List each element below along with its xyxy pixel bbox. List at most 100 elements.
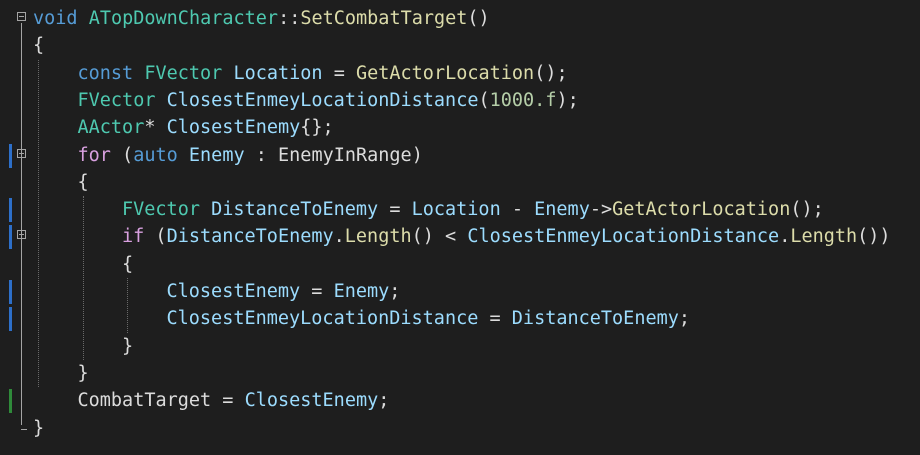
code-line[interactable]: ClosestEnmeyLocationDistance = DistanceT… xyxy=(0,305,920,332)
code-token: DistanceToEnemy xyxy=(166,226,334,248)
code-token: AActor xyxy=(77,117,145,139)
code-token: ClosestEnemy xyxy=(244,390,379,412)
unsaved-change-marker xyxy=(9,143,12,168)
code-token: :: xyxy=(278,8,301,29)
code-token: DistanceToEnemy xyxy=(511,308,679,330)
collapse-icon[interactable] xyxy=(17,12,26,21)
code-token: (); xyxy=(790,199,824,221)
code-token: {}; xyxy=(300,117,334,139)
code-token: Length xyxy=(344,226,412,248)
code-text: { xyxy=(122,251,133,278)
code-token: FVector xyxy=(122,199,200,221)
code-line[interactable]: const FVector Location = GetActorLocatio… xyxy=(0,60,920,87)
collapse-icon[interactable] xyxy=(17,230,26,240)
code-text: { xyxy=(78,169,89,196)
code-token: Enemy xyxy=(333,281,390,302)
code-text: ClosestEnmeyLocationDistance = DistanceT… xyxy=(167,305,691,332)
code-token: () xyxy=(467,8,490,29)
code-text: if (DistanceToEnemy.Length() < ClosestEn… xyxy=(122,223,891,250)
code-token: CombatTarget xyxy=(77,390,212,412)
code-text: void ATopDownCharacter::SetCombatTarget(… xyxy=(33,5,490,32)
code-text: ClosestEnemy = Enemy; xyxy=(167,278,401,305)
code-token: FVector xyxy=(77,89,156,111)
code-line[interactable]: CombatTarget = ClosestEnemy; xyxy=(0,387,920,414)
code-line[interactable]: { xyxy=(0,32,920,59)
unsaved-change-marker xyxy=(9,280,12,304)
code-token: = xyxy=(478,308,512,330)
code-token: . xyxy=(333,226,345,248)
code-token: * xyxy=(144,117,167,139)
code-line[interactable]: } xyxy=(0,360,920,387)
code-line[interactable]: FVector DistanceToEnemy = Location - Ene… xyxy=(0,196,920,223)
code-token: } xyxy=(33,417,45,439)
code-token: ( xyxy=(144,226,167,248)
code-token: } xyxy=(77,362,89,384)
code-line[interactable]: ClosestEnemy = Enemy; xyxy=(0,278,920,305)
code-token: Enemy xyxy=(534,199,590,221)
code-token: ()) xyxy=(857,226,891,248)
code-line[interactable]: void ATopDownCharacter::SetCombatTarget(… xyxy=(0,5,920,32)
unsaved-change-marker xyxy=(9,307,12,332)
code-token: ); xyxy=(556,89,579,111)
saved-change-marker xyxy=(9,389,12,414)
code-token: ClosestEnemy xyxy=(166,281,301,302)
code-token: ; xyxy=(678,308,691,330)
code-token: 1000.f xyxy=(489,89,557,111)
code-token: : xyxy=(244,144,279,166)
code-token: EnemyInRange xyxy=(278,144,412,166)
code-token: ) xyxy=(411,144,423,166)
unsaved-change-marker xyxy=(9,198,12,223)
code-line[interactable]: } xyxy=(0,415,920,442)
code-token: ClosestEnmeyLocationDistance xyxy=(467,226,780,248)
code-token: void xyxy=(33,8,78,29)
code-token: Location xyxy=(233,62,323,84)
code-token: Length xyxy=(790,226,858,248)
code-token: ClosestEnmeyLocationDistance xyxy=(166,89,479,111)
code-token: for xyxy=(77,144,111,166)
code-line[interactable]: AActor* ClosestEnemy{}; xyxy=(0,114,920,141)
code-line[interactable]: FVector ClosestEnmeyLocationDistance(100… xyxy=(0,87,920,114)
unsaved-change-marker xyxy=(9,225,12,250)
code-token: SetCombatTarget xyxy=(300,8,468,29)
code-token: GetActorLocation xyxy=(612,199,791,221)
code-token: () < xyxy=(411,226,468,248)
code-text: for (auto Enemy : EnemyInRange) xyxy=(78,142,423,169)
code-token: } xyxy=(122,335,134,357)
code-text: FVector DistanceToEnemy = Location - Ene… xyxy=(122,196,824,223)
code-token: DistanceToEnemy xyxy=(211,199,379,221)
code-line[interactable]: if (DistanceToEnemy.Length() < ClosestEn… xyxy=(0,223,920,250)
code-token: = xyxy=(211,390,245,412)
code-line[interactable]: for (auto Enemy : EnemyInRange) xyxy=(0,142,920,169)
code-text: const FVector Location = GetActorLocatio… xyxy=(78,60,568,87)
code-token: if xyxy=(122,226,145,248)
code-token: ClosestEnemy xyxy=(166,117,301,139)
code-token: ( xyxy=(478,89,490,111)
code-token: { xyxy=(122,253,134,275)
code-text: } xyxy=(122,333,133,360)
code-editor[interactable]: void ATopDownCharacter::SetCombatTarget(… xyxy=(0,0,920,455)
code-line[interactable]: { xyxy=(0,251,920,278)
code-token: FVector xyxy=(144,62,223,84)
code-token: = xyxy=(322,62,356,84)
code-text: CombatTarget = ClosestEnemy; xyxy=(78,387,390,414)
code-token: -> xyxy=(589,199,613,221)
code-token: = xyxy=(300,281,334,302)
code-line[interactable]: } xyxy=(0,333,920,360)
collapse-icon[interactable] xyxy=(17,148,26,158)
code-text: } xyxy=(78,360,89,387)
code-line[interactable]: { xyxy=(0,169,920,196)
code-token: - xyxy=(500,199,535,221)
code-token: Enemy xyxy=(188,144,245,166)
code-text: { xyxy=(33,32,44,59)
code-token: const xyxy=(77,62,134,84)
code-token: ClosestEnmeyLocationDistance xyxy=(166,308,479,330)
code-token: { xyxy=(33,35,45,57)
code-token: . xyxy=(779,226,791,248)
code-token: ; xyxy=(378,390,390,412)
code-token: ATopDownCharacter xyxy=(88,8,279,29)
code-text: } xyxy=(33,415,44,442)
